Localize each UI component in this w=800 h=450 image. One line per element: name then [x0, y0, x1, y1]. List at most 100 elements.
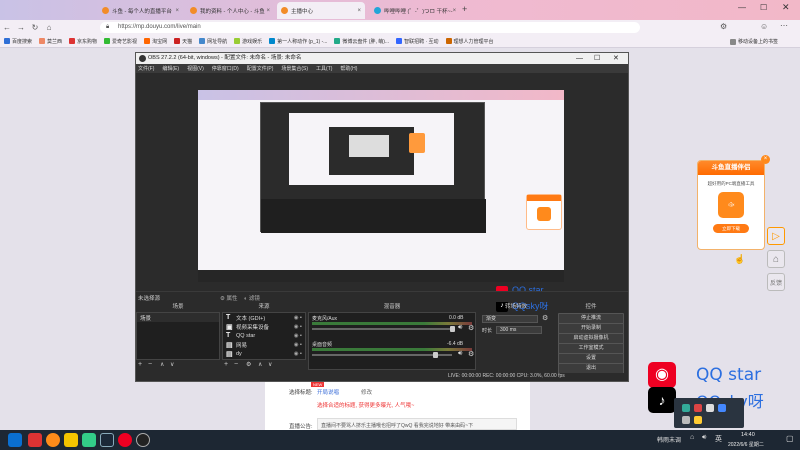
notice-field[interactable]: 直播间不要骂人挤乐主播哦也招呼了QwQ 看我完说地好 带来由码~下	[317, 418, 517, 430]
tray-app-icon[interactable]	[718, 404, 726, 412]
source-settings-button[interactable]: ⚙	[246, 361, 251, 368]
promo-download-button[interactable]: 立即下载	[713, 224, 749, 233]
source-item[interactable]: ▣ 视频采集设备 ◉ ▪	[223, 322, 305, 331]
browser-tab-1[interactable]: 斗鱼 - 每个人的直播平台 ×	[98, 2, 183, 19]
filters-button[interactable]: ◐ 滤镜	[244, 294, 260, 302]
duration-field[interactable]: 300 ms	[496, 326, 542, 334]
bookmark-item[interactable]: 爱奇艺影视	[104, 38, 137, 45]
tray-app-icon[interactable]	[694, 416, 702, 424]
bookmark-item[interactable]: 淘宝网	[144, 38, 167, 45]
scene-item[interactable]: 场景	[137, 313, 219, 322]
browser-tab-2[interactable]: 我的资料 - 个人中心 - 斗鱼 ×	[186, 2, 274, 19]
source-up-button[interactable]: ∧	[258, 361, 262, 368]
maximize-button[interactable]: ☐	[760, 3, 767, 12]
taskbar-app-icon[interactable]	[82, 433, 96, 447]
folder-icon[interactable]	[64, 433, 78, 447]
menu-item[interactable]: 编辑(E)	[162, 65, 179, 72]
eye-lock-icon[interactable]: ◉ ▪	[294, 342, 302, 348]
network-icon[interactable]: ⌂	[690, 434, 694, 441]
volume-slider[interactable]	[312, 328, 452, 330]
minimize-button[interactable]: —	[576, 53, 583, 64]
tray-app-icon[interactable]	[706, 404, 714, 412]
gear-icon[interactable]: ⚙	[468, 324, 474, 332]
bookmark-item[interactable]: 网址导航	[199, 38, 227, 45]
eye-lock-icon[interactable]: ◉ ▪	[294, 333, 302, 339]
scene-add-button[interactable]: +	[138, 361, 142, 368]
tray-app-icon[interactable]	[694, 404, 702, 412]
eye-lock-icon[interactable]: ◉ ▪	[294, 315, 302, 321]
tray-app-icon[interactable]	[682, 416, 690, 424]
bookmark-item[interactable]: 微博云盘件 (胖, 萌)...	[334, 38, 389, 45]
firefox-icon[interactable]	[46, 433, 60, 447]
close-icon[interactable]: ×	[175, 8, 179, 14]
netease-music-icon[interactable]	[118, 433, 132, 447]
gear-icon[interactable]: ⚙	[542, 314, 548, 322]
menu-item[interactable]: 文件(F)	[138, 65, 154, 72]
browser-tab-4[interactable]: 哔哩哔哩 (゜-゜)つロ 干杯~- ×	[370, 2, 458, 19]
ime-icon[interactable]: 英	[715, 434, 722, 444]
browser-tab-3-active[interactable]: 主播中心 ×	[277, 2, 365, 19]
reload-icon[interactable]: ↻	[28, 23, 42, 32]
feedback-side-button[interactable]: 反馈	[767, 273, 785, 291]
properties-button[interactable]: ⚙ 属性	[220, 294, 237, 302]
close-icon[interactable]: ×	[266, 8, 270, 14]
speaker-icon[interactable]: 🔊︎	[458, 324, 462, 332]
close-icon[interactable]: ×	[761, 155, 770, 164]
new-tab-button[interactable]: +	[462, 4, 467, 14]
bookmark-item[interactable]: 第一人称动作 (p_1) -...	[269, 38, 327, 45]
menu-item[interactable]: 帮助(H)	[340, 65, 357, 72]
obs-preview[interactable]: QQ star ♪ QQsky呀	[198, 90, 564, 312]
bookmark-item[interactable]: 莫兰西	[39, 38, 62, 45]
steam-icon[interactable]	[100, 433, 114, 447]
menu-item[interactable]: 视图(V)	[187, 65, 204, 72]
edit-title-button[interactable]: 修改	[361, 388, 372, 396]
bookmark-item[interactable]: 京东购物	[69, 38, 97, 45]
clock-time[interactable]: 14:40	[741, 432, 755, 438]
bookmark-item[interactable]: 智联招聘 · 互动	[396, 38, 439, 45]
source-down-button[interactable]: ∨	[268, 361, 272, 368]
close-window-button[interactable]: ✕	[613, 53, 619, 64]
gear-icon[interactable]: ⚙	[468, 350, 474, 358]
tray-app-icon[interactable]	[682, 404, 690, 412]
eye-lock-icon[interactable]: ◉ ▪	[294, 351, 302, 357]
play-side-button[interactable]: ▷	[767, 227, 785, 245]
home-icon[interactable]: ⌂	[42, 23, 56, 32]
source-add-button[interactable]: +	[224, 361, 228, 368]
menu-icon[interactable]: ⋯	[780, 21, 788, 30]
mobile-bookmarks[interactable]: 移动设备上的书签	[730, 38, 778, 45]
maximize-button[interactable]: ☐	[594, 53, 600, 64]
bookmark-item[interactable]: 游戏娱乐	[234, 38, 262, 45]
bookmark-item[interactable]: 天猫	[174, 38, 192, 45]
address-bar[interactable]: 🔒︎ https://mp.douyu.com/live/main	[100, 22, 640, 33]
extensions-icon[interactable]: ⚙	[720, 22, 727, 31]
scene-remove-button[interactable]: −	[148, 361, 152, 368]
back-icon[interactable]: ←	[0, 23, 14, 32]
transition-select[interactable]: 渐变	[482, 315, 538, 323]
bookmark-item[interactable]: 理想人力管理平台	[445, 38, 494, 45]
close-icon[interactable]: ×	[453, 8, 457, 14]
taskbar-app-icon[interactable]	[28, 433, 42, 447]
menu-item[interactable]: 停靠窗口(D)	[212, 65, 239, 72]
source-remove-button[interactable]: −	[234, 361, 238, 368]
menu-item[interactable]: 场景集合(S)	[281, 65, 308, 72]
forward-icon[interactable]: →	[14, 23, 28, 32]
bookmark-item[interactable]: 百度搜索	[4, 38, 32, 45]
volume-slider-handle[interactable]	[450, 326, 455, 332]
volume-icon[interactable]: 🔊︎	[702, 434, 706, 442]
close-icon[interactable]: ×	[357, 8, 361, 14]
source-item[interactable]: T 文本 (GDI+) ◉ ▪	[223, 313, 305, 322]
source-item[interactable]: ▤ dy ◉ ▪	[223, 349, 305, 358]
minimize-button[interactable]: —	[738, 3, 746, 12]
title-value[interactable]: 开局说唱	[317, 388, 339, 396]
menu-item[interactable]: 工具(T)	[316, 65, 332, 72]
profile-icon[interactable]: ☺	[760, 22, 768, 31]
eye-lock-icon[interactable]: ◉ ▪	[294, 324, 302, 330]
start-icon[interactable]	[8, 433, 22, 447]
scene-up-button[interactable]: ∧	[160, 361, 164, 368]
source-item[interactable]: T QQ star ◉ ▪	[223, 331, 305, 340]
volume-slider[interactable]	[312, 354, 452, 356]
notification-icon[interactable]: ▢	[786, 434, 794, 443]
obs-icon[interactable]	[136, 433, 150, 447]
speaker-icon[interactable]: 🔊︎	[458, 350, 462, 358]
volume-slider-handle[interactable]	[433, 352, 438, 358]
